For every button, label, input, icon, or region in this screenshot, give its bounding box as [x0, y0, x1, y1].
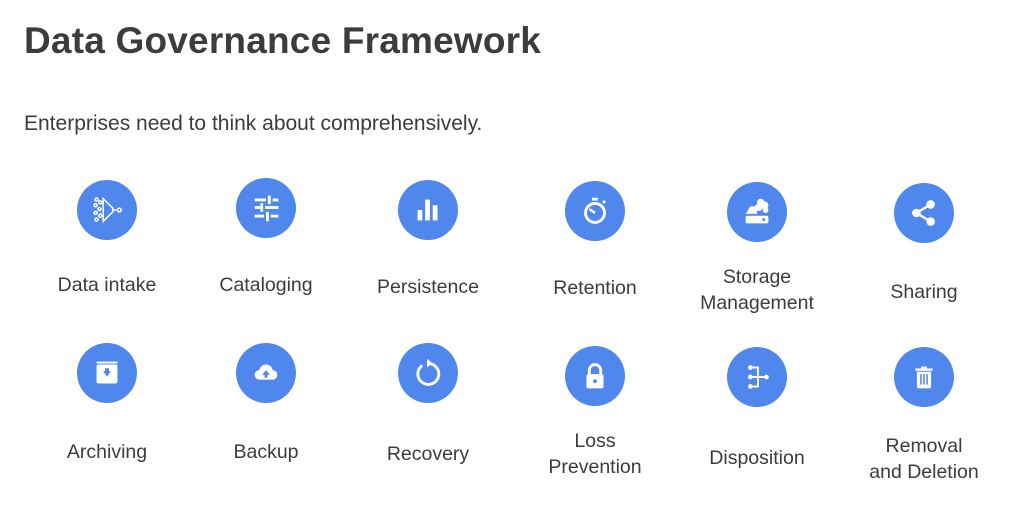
item-disposition: Disposition	[672, 347, 842, 469]
item-label: Archiving	[66, 441, 148, 463]
item-label: Recovery	[386, 443, 470, 465]
share-icon	[894, 183, 954, 243]
item-archiving: Archiving	[22, 343, 192, 463]
cloud-upload-icon	[236, 343, 296, 403]
page-title: Data Governance Framework	[24, 20, 542, 61]
item-label: Disposition	[709, 447, 805, 469]
tree-branch-icon	[727, 347, 787, 407]
item-persistence: Persistence	[343, 180, 513, 298]
item-label: Storage Management	[700, 266, 814, 314]
funnel-icon	[77, 180, 137, 240]
item-sharing: Sharing	[839, 183, 1009, 303]
item-label: Backup	[233, 441, 299, 463]
item-label: Persistence	[377, 276, 479, 298]
item-recovery: Recovery	[343, 343, 513, 465]
refresh-icon	[398, 343, 458, 403]
item-label: Cataloging	[219, 274, 313, 296]
item-label: Data intake	[57, 274, 157, 296]
item-label: Retention	[553, 277, 637, 299]
item-label: Removal and Deletion	[869, 435, 979, 483]
item-label: Loss Prevention	[548, 430, 642, 478]
bar-chart-icon	[398, 180, 458, 240]
page-subtitle: Enterprises need to think about comprehe…	[24, 112, 483, 135]
item-backup: Backup	[181, 343, 351, 463]
item-data-intake: Data intake	[22, 180, 192, 296]
cloud-drive-icon	[727, 182, 787, 242]
trash-icon	[894, 347, 954, 407]
archive-box-icon	[77, 343, 137, 403]
item-retention: Retention	[510, 181, 680, 299]
item-storage-management: Storage Management	[672, 182, 842, 314]
stopwatch-icon	[565, 181, 625, 241]
item-loss-prevention: Loss Prevention	[510, 346, 680, 478]
lock-icon	[565, 346, 625, 406]
item-cataloging: Cataloging	[181, 178, 351, 296]
item-label: Sharing	[890, 281, 958, 303]
item-removal-and-deletion: Removal and Deletion	[839, 347, 1009, 483]
sliders-icon	[236, 178, 296, 238]
